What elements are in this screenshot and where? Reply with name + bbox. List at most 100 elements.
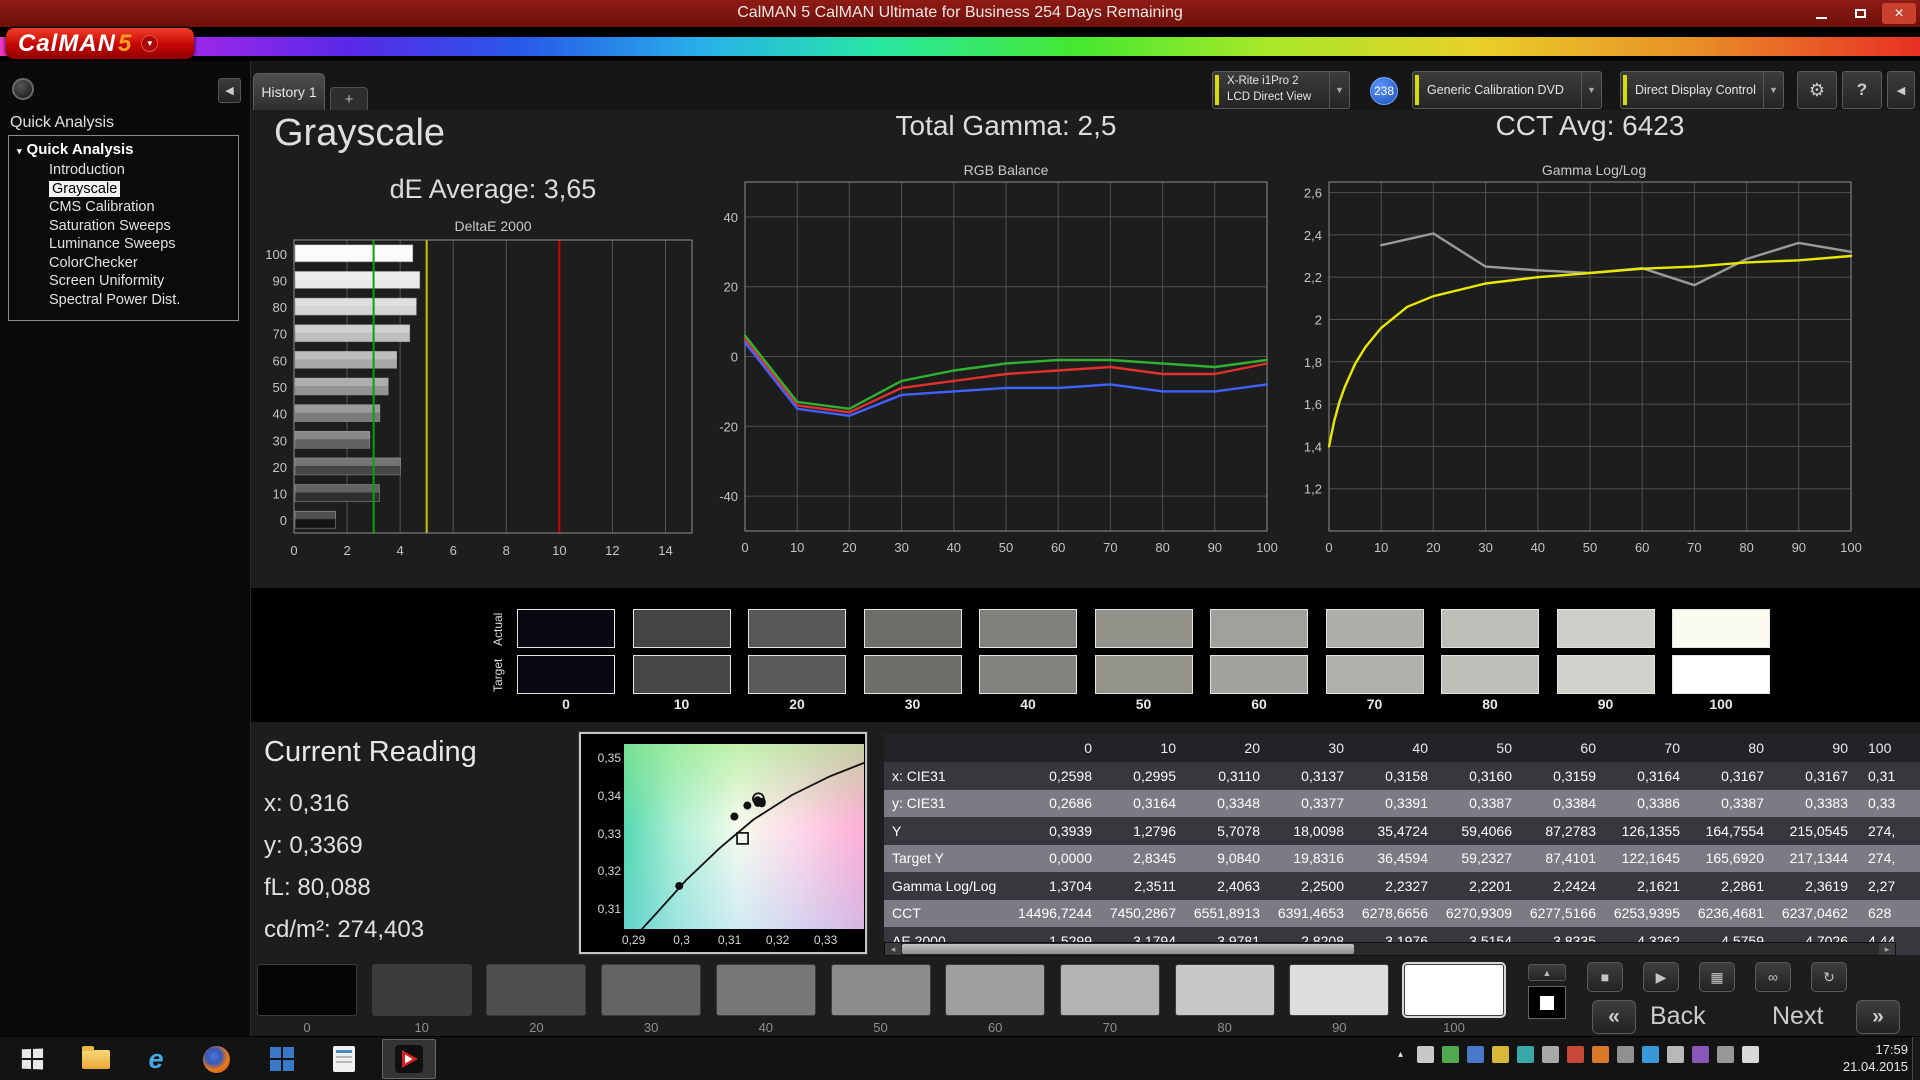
scroll-left-arrow[interactable]: ◂	[885, 943, 901, 955]
display-control-dropdown[interactable]: Direct Display Control ▼	[1620, 71, 1784, 109]
logo-bar: CalMAN 5 ▼	[0, 27, 1920, 61]
stop-button[interactable]: ■	[1587, 962, 1623, 992]
back-button[interactable]: Back	[1650, 1002, 1706, 1031]
patch-level-20[interactable]	[486, 964, 587, 1016]
patch-level-100[interactable]	[1402, 962, 1506, 1018]
svg-text:2: 2	[1315, 312, 1322, 327]
next-button[interactable]: Next	[1772, 1002, 1823, 1031]
tray-icon-9[interactable]	[1617, 1046, 1634, 1063]
tray-icon-12[interactable]	[1692, 1046, 1709, 1063]
tray-icon-3[interactable]	[1467, 1046, 1484, 1063]
next-chevron-button[interactable]: »	[1856, 1000, 1900, 1034]
table-cell: 2,2201	[1469, 877, 1512, 894]
current-reading-y: y: 0,3369	[264, 832, 363, 859]
sidebar-item-introduction[interactable]: Introduction	[49, 161, 238, 180]
taskbar-calman-active[interactable]	[382, 1039, 436, 1079]
chevron-down-icon[interactable]: ▼	[1581, 72, 1601, 108]
tray-icon-6[interactable]	[1542, 1046, 1559, 1063]
back-chevron-button[interactable]: «	[1592, 1000, 1636, 1034]
swatch-level-label: 70	[1366, 696, 1383, 712]
calman-logo[interactable]: CalMAN 5 ▼	[6, 28, 194, 59]
table-cell: 0,3158	[1385, 767, 1428, 784]
sidebar-item-screen-uniformity[interactable]: Screen Uniformity	[49, 272, 238, 291]
chevron-down-icon[interactable]: ▼	[1763, 72, 1783, 108]
gear-icon: ⚙	[1808, 79, 1826, 100]
meter-dropdown[interactable]: X-Rite i1Pro 2 LCD Direct View ▼	[1212, 71, 1350, 109]
start-button[interactable]	[4, 1039, 60, 1079]
add-tab-button[interactable]: +	[330, 87, 368, 110]
settings-button[interactable]: ⚙	[1797, 71, 1837, 109]
table-cell: 0,3383	[1805, 795, 1848, 812]
sidebar-item-grayscale[interactable]: Grayscale	[49, 180, 238, 199]
tray-icon-11[interactable]	[1667, 1046, 1684, 1063]
sidebar-item-spectral-power-dist[interactable]: Spectral Power Dist.	[49, 291, 238, 310]
tray-icon-1[interactable]	[1417, 1046, 1434, 1063]
swatch-level-label: 100	[1709, 696, 1733, 712]
patch-level-80[interactable]	[1174, 964, 1275, 1016]
data-table: 0 10 20 30 40 50 60 70 80 90 100 x: CIE31 0,2598 0,29…	[884, 734, 1920, 955]
minimize-button[interactable]	[1804, 3, 1838, 24]
sidebar-item-label: Grayscale	[49, 180, 121, 197]
patch-level-40[interactable]	[715, 964, 816, 1016]
continuous-read-button[interactable]: ∞	[1755, 962, 1791, 992]
table-scrollbar[interactable]: ◂ ▸	[884, 942, 1896, 956]
loop-button[interactable]: ↻	[1811, 962, 1847, 992]
tray-icon-10[interactable]	[1642, 1046, 1659, 1063]
play-button[interactable]: ▶	[1643, 962, 1679, 992]
tab-history-1[interactable]: History 1	[253, 73, 325, 110]
patch-level-50[interactable]	[830, 964, 931, 1016]
scrollbar-thumb[interactable]	[902, 944, 1354, 954]
taskbar-document-app[interactable]	[320, 1039, 368, 1079]
logo-dropdown-icon[interactable]: ▼	[141, 35, 159, 52]
scroll-right-arrow[interactable]: ▸	[1879, 943, 1895, 955]
table-cell: 274,	[1868, 850, 1896, 867]
sidebar-item-luminance-sweeps[interactable]: Luminance Sweeps	[49, 235, 238, 254]
close-button[interactable]: ×	[1882, 3, 1916, 24]
window-title: CalMAN 5 CalMAN Ultimate for Business 25…	[737, 4, 1183, 21]
sidebar-item-saturation-sweeps[interactable]: Saturation Sweeps	[49, 217, 238, 236]
source-dropdown[interactable]: Generic Calibration DVD ▼	[1412, 71, 1602, 109]
tray-icon-14[interactable]	[1742, 1046, 1759, 1063]
maximize-button[interactable]	[1843, 3, 1877, 24]
table-header-cell: 50	[1496, 740, 1512, 756]
help-button[interactable]: ?	[1842, 71, 1882, 109]
table-cell: 6391,4653	[1277, 905, 1344, 922]
sidebar-item-cms-calibration[interactable]: CMS Calibration	[49, 198, 238, 217]
tray-icon-13[interactable]	[1717, 1046, 1734, 1063]
svg-text:0: 0	[741, 540, 748, 555]
table-cell: 0,3159	[1553, 767, 1596, 784]
swatch-target-30	[863, 655, 962, 694]
patch-level-60[interactable]	[945, 964, 1046, 1016]
svg-text:10: 10	[790, 540, 804, 555]
meter-profile-button[interactable]: ▦	[1699, 962, 1735, 992]
show-desktop-button[interactable]	[1912, 1037, 1920, 1080]
table-cell: 2,2327	[1385, 877, 1428, 894]
tray-icon-7[interactable]	[1567, 1046, 1584, 1063]
taskbar-blue-tiles-app[interactable]	[258, 1039, 306, 1079]
patch-level-30[interactable]	[601, 964, 702, 1016]
table-row: Target Y 0,0000 2,8345 9,0840 19,8316 36,4594…	[884, 844, 1920, 872]
taskbar-firefox[interactable]	[192, 1039, 240, 1079]
tray-icon-4[interactable]	[1492, 1046, 1509, 1063]
patch-level-0[interactable]	[257, 964, 357, 1016]
patch-up-button[interactable]: ▲	[1528, 964, 1566, 981]
taskbar-internet-explorer[interactable]: e	[132, 1039, 180, 1079]
sidebar-item-colorchecker[interactable]: ColorChecker	[49, 254, 238, 273]
chevron-down-icon[interactable]: ▼	[1329, 72, 1349, 108]
hidden-icons-button[interactable]: ▴	[1392, 1046, 1409, 1063]
taskbar-clock[interactable]: 17:59 21.04.2015	[1832, 1041, 1908, 1075]
patch-level-10[interactable]	[371, 964, 472, 1016]
tray-icon-8[interactable]	[1592, 1046, 1609, 1063]
grayscale-swatch-strip: Actual Target 0 10 20 30 40 50 60 70 80 90 100	[251, 588, 1920, 722]
sidebar-collapse-button[interactable]: ◀	[218, 78, 241, 103]
patch-window-icon	[1540, 995, 1554, 1010]
tray-icon-5[interactable]	[1517, 1046, 1534, 1063]
tree-root[interactable]: ▾ Quick Analysis	[17, 141, 238, 158]
table-header-cell: 20	[1244, 740, 1260, 756]
taskbar-file-explorer[interactable]	[72, 1039, 120, 1079]
tray-icon-2[interactable]	[1442, 1046, 1459, 1063]
patch-level-90[interactable]	[1289, 964, 1390, 1016]
table-cell: 0,2686	[1049, 795, 1092, 812]
panel-collapse-button[interactable]: ◀	[1887, 71, 1915, 109]
patch-level-70[interactable]	[1059, 964, 1160, 1016]
